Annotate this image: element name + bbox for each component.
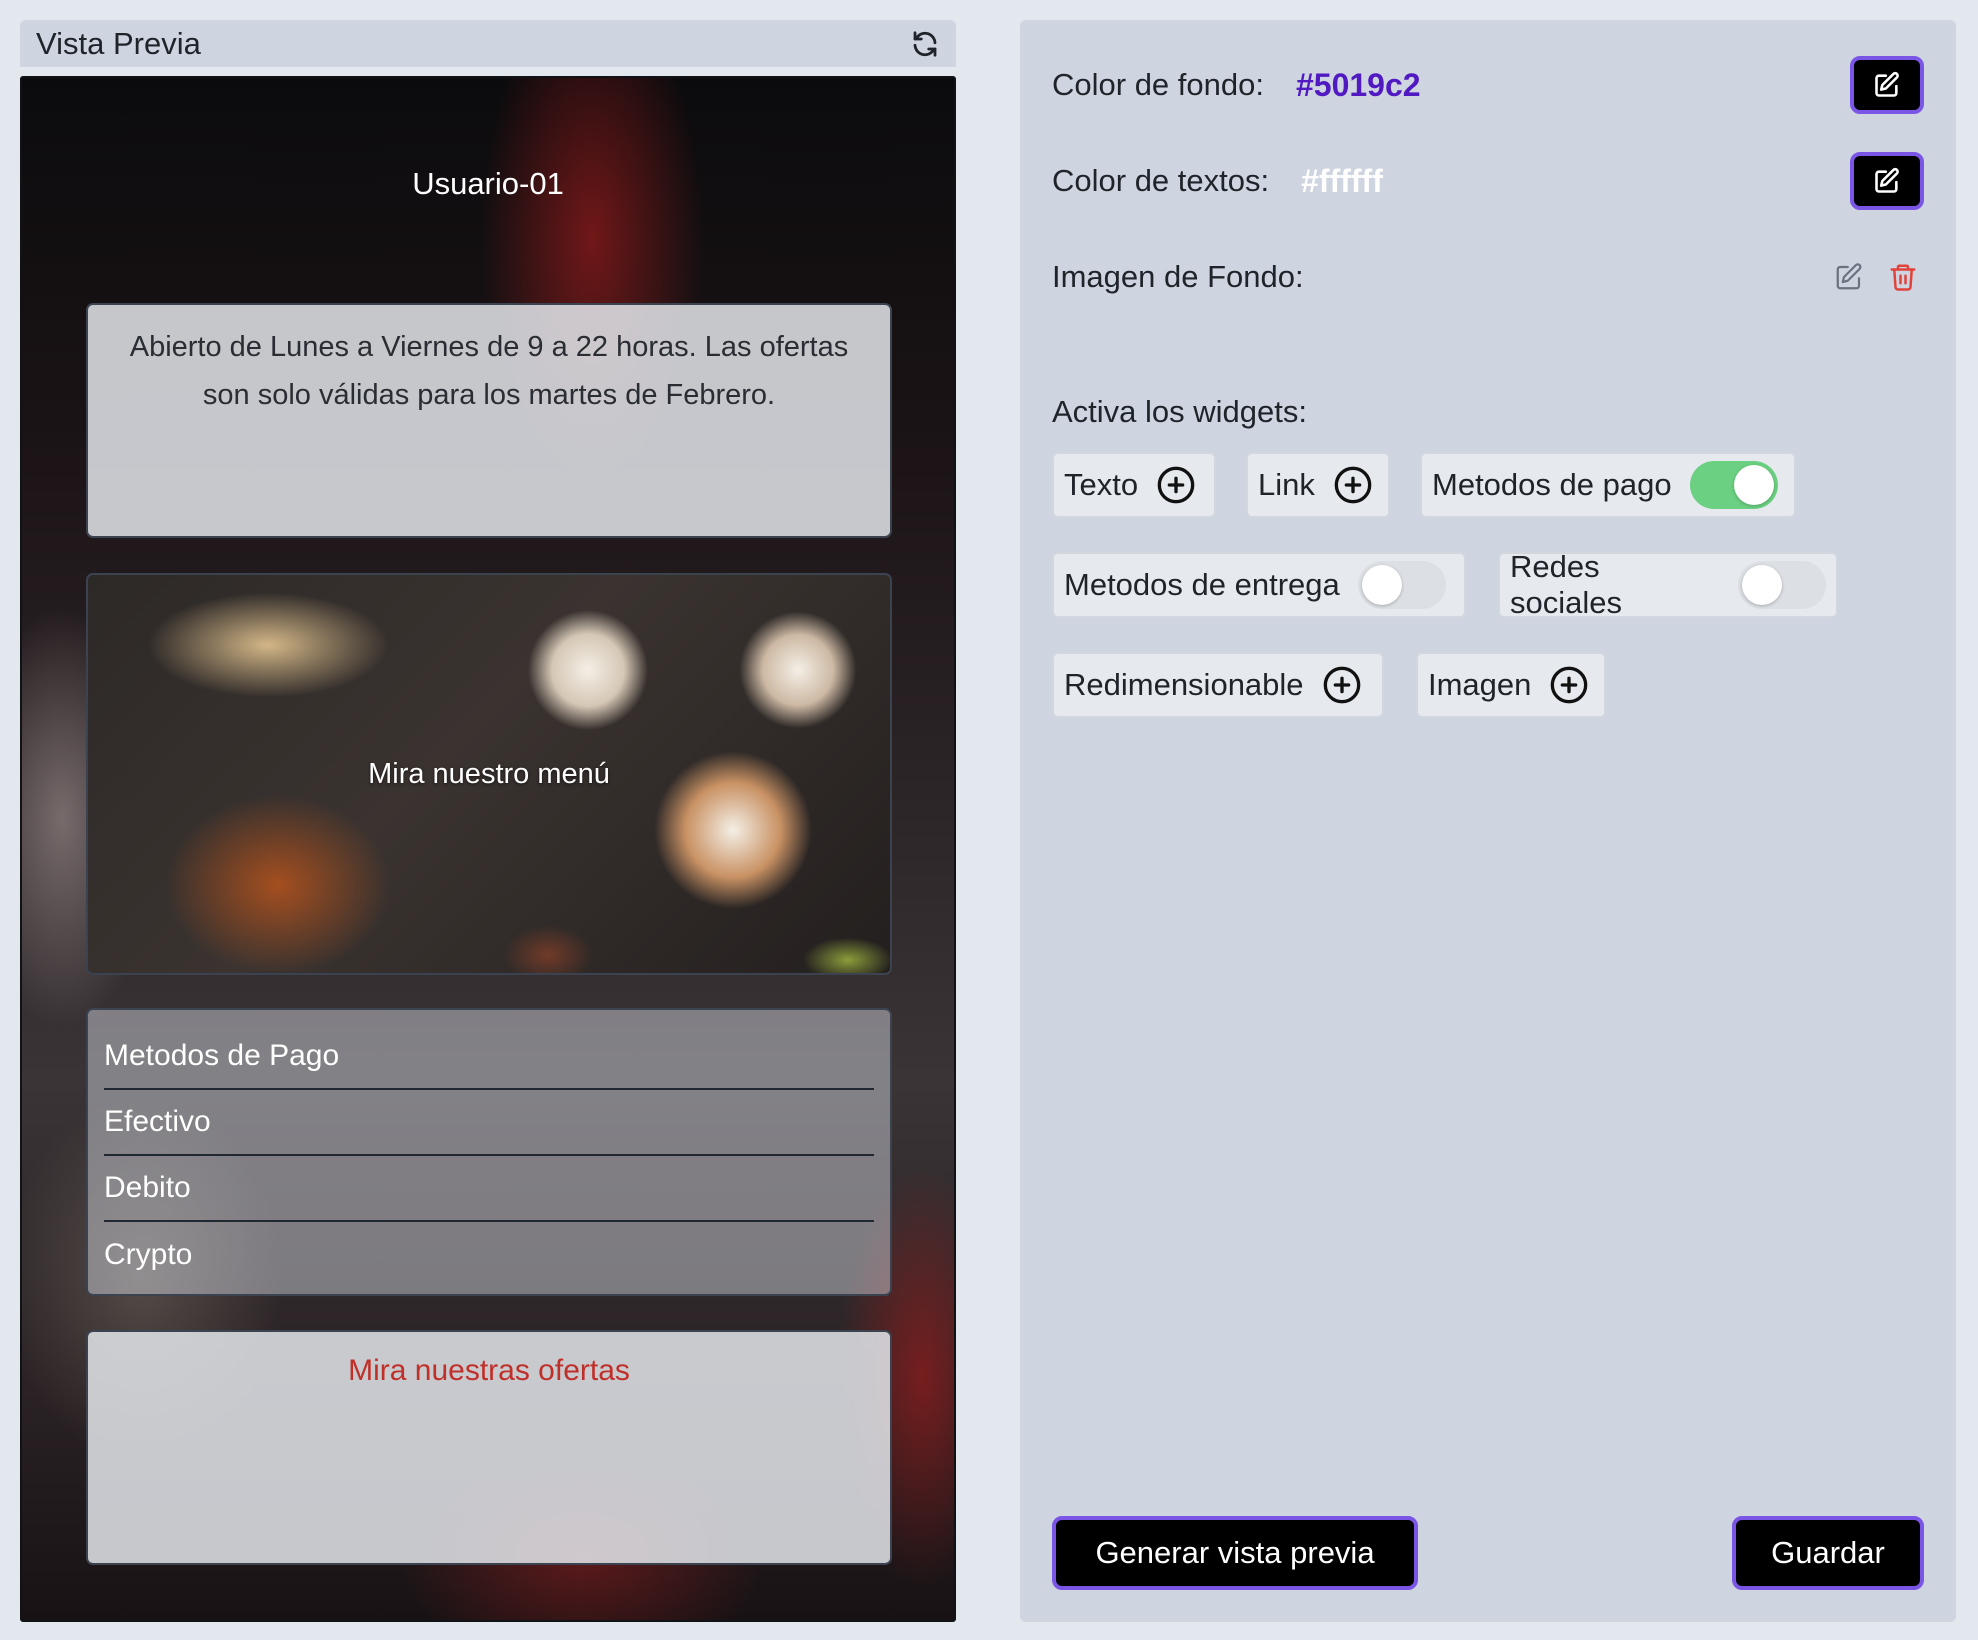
trash-icon[interactable]	[1886, 260, 1920, 294]
pencil-icon[interactable]	[1832, 260, 1866, 294]
save-button[interactable]: Guardar	[1732, 1516, 1924, 1590]
menu-link-label[interactable]: Mira nuestro menú	[368, 758, 610, 791]
preview-title: Vista Previa	[36, 25, 201, 61]
widgets-label: Activa los widgets:	[1052, 394, 1307, 429]
widget-chip-label: Link	[1258, 467, 1315, 502]
settings-panel: Color de fondo: #5019c2 Color de textos:…	[1020, 20, 1956, 1622]
widget-chip-label: Texto	[1064, 467, 1139, 502]
phone-preview: Usuario-01 Abierto de Lunes a Viernes de…	[20, 76, 956, 1622]
widget-chip-imagen[interactable]: Imagen	[1416, 652, 1606, 718]
offers-link-label[interactable]: Mira nuestras ofertas	[348, 1354, 630, 1387]
widget-chip-label: Redes sociales	[1510, 549, 1622, 620]
menu-image-widget[interactable]: Mira nuestro menú	[86, 573, 892, 975]
preview-username: Usuario-01	[412, 166, 564, 201]
redes-sociales-toggle[interactable]	[1738, 561, 1826, 609]
metodos-entrega-toggle[interactable]	[1357, 561, 1446, 609]
payment-methods-title: Metodos de Pago	[104, 1024, 874, 1090]
widget-chip-metodos-entrega[interactable]: Metodos de entrega	[1052, 552, 1466, 618]
plus-circle-icon[interactable]	[1322, 665, 1362, 705]
preview-header: Vista Previa	[20, 20, 956, 67]
generate-preview-button[interactable]: Generar vista previa	[1052, 1516, 1418, 1590]
bg-color-row: Color de fondo: #5019c2	[1052, 56, 1924, 114]
widget-chip-redes-sociales[interactable]: Redes sociales	[1498, 549, 1838, 620]
payment-method-item: Crypto	[104, 1238, 193, 1271]
payment-methods-widget: Metodos de Pago Efectivo Debito Crypto	[86, 1008, 892, 1296]
bg-image-label: Imagen de Fondo:	[1052, 259, 1304, 294]
text-color-value: #ffffff	[1301, 162, 1383, 199]
widget-chip-label: Redimensionable	[1064, 667, 1304, 702]
payment-method-item: Debito	[104, 1156, 874, 1222]
edit-bg-color-button[interactable]	[1850, 56, 1924, 114]
widget-chip-redimensionable[interactable]: Redimensionable	[1052, 652, 1384, 718]
text-widget: Abierto de Lunes a Viernes de 9 a 22 hor…	[86, 303, 892, 538]
text-color-label: Color de textos:	[1052, 163, 1270, 198]
plus-circle-icon[interactable]	[1549, 665, 1589, 705]
metodos-pago-toggle[interactable]	[1689, 461, 1778, 509]
bg-image-row: Imagen de Fondo:	[1052, 248, 1924, 306]
widget-chip-label: Metodos de entrega	[1064, 567, 1340, 602]
bg-color-value: #5019c2	[1295, 66, 1421, 103]
text-color-row: Color de textos: #ffffff	[1052, 152, 1924, 210]
edit-icon	[1875, 167, 1899, 193]
payment-method-item: Efectivo	[104, 1090, 874, 1156]
widget-chip-metodos-pago[interactable]: Metodos de pago	[1420, 452, 1796, 518]
widget-chip-label: Metodos de pago	[1432, 467, 1672, 502]
widget-chip-link[interactable]: Link	[1246, 452, 1390, 518]
plus-circle-icon[interactable]	[1156, 465, 1196, 505]
edit-text-color-button[interactable]	[1850, 152, 1924, 210]
refresh-icon[interactable]	[908, 27, 942, 61]
offers-widget[interactable]: Mira nuestras ofertas	[86, 1330, 892, 1565]
plus-circle-icon[interactable]	[1333, 465, 1373, 505]
widget-chip-label: Imagen	[1428, 667, 1532, 702]
bg-color-label: Color de fondo:	[1052, 67, 1264, 102]
edit-icon	[1875, 71, 1899, 97]
widget-chip-texto[interactable]: Texto	[1052, 452, 1216, 518]
text-widget-content: Abierto de Lunes a Viernes de 9 a 22 hor…	[129, 331, 849, 411]
